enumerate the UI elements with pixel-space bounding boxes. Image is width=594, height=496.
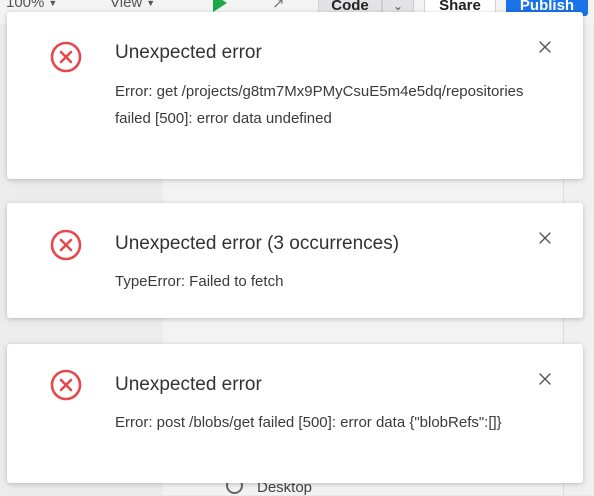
error-toast: Unexpected error Error: post /blobs/get … (7, 344, 583, 483)
zoom-value: 100% (6, 0, 45, 11)
zoom-dropdown[interactable]: 100% ▼ (6, 0, 57, 11)
open-external-icon[interactable]: ↗ (272, 0, 285, 12)
toast-message: Error: post /blobs/get failed [500]: err… (115, 414, 502, 431)
toast-message: TypeError: Failed to fetch (115, 273, 284, 290)
play-icon[interactable] (213, 0, 227, 12)
view-label: View (110, 0, 143, 11)
toast-title: Unexpected error (115, 374, 262, 395)
close-icon[interactable] (537, 39, 553, 55)
chevron-down-icon: ▼ (146, 0, 156, 9)
error-circle-x-icon (50, 229, 82, 261)
close-icon[interactable] (537, 371, 553, 387)
chevron-down-icon: ▼ (48, 0, 58, 9)
error-circle-x-icon (50, 41, 82, 73)
error-toast: Unexpected error (3 occurrences) TypeErr… (7, 203, 583, 318)
toast-message: Error: get /projects/g8tm7Mx9PMyCsuE5m4e… (115, 83, 524, 127)
error-circle-x-icon (50, 369, 82, 401)
view-menu[interactable]: View ▼ (110, 0, 155, 11)
error-toast: Unexpected error Error: get /projects/g8… (7, 12, 583, 179)
close-icon[interactable] (537, 230, 553, 246)
toast-title: Unexpected error (115, 42, 262, 63)
toast-title: Unexpected error (3 occurrences) (115, 233, 400, 254)
